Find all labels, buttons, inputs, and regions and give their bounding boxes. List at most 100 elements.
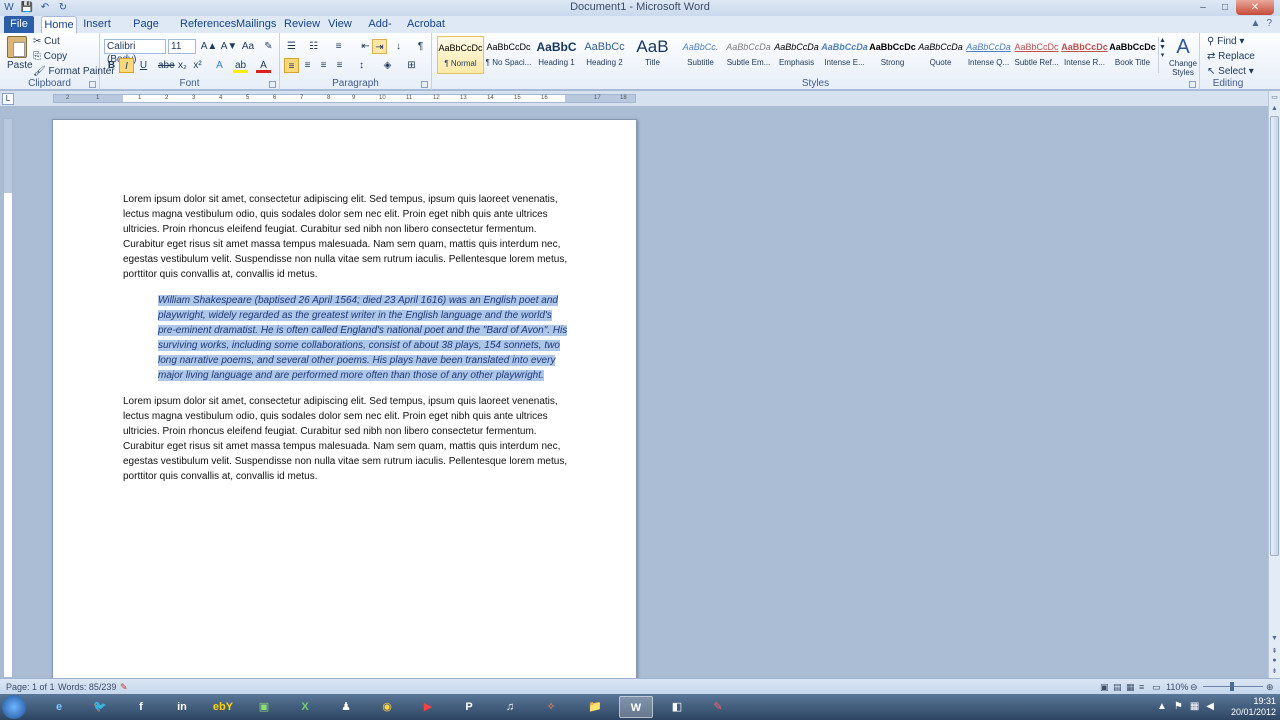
bold-button[interactable]: B	[104, 58, 119, 73]
selected-quote-paragraph[interactable]: William Shakespeare (baptised 26 April 1…	[158, 293, 571, 383]
network-icon[interactable]: ▦	[1190, 701, 1199, 712]
style-no-spacing[interactable]: AaBbCcDc ¶ No Spaci...	[485, 36, 532, 74]
subscript-button[interactable]: x₂	[175, 58, 190, 73]
document-page[interactable]: Lorem ipsum dolor sit amet, consectetur …	[52, 119, 637, 689]
internet-explorer-icon[interactable]: e	[42, 696, 76, 718]
scrollbar-thumb[interactable]	[1270, 116, 1279, 556]
style-intense-reference[interactable]: AaBbCcDc Intense R...	[1061, 36, 1108, 74]
ring-icon[interactable]: ◉	[370, 696, 404, 718]
change-case-button[interactable]: Aa	[238, 39, 258, 54]
ebay-icon[interactable]: ebY	[206, 696, 240, 718]
zoom-in-icon[interactable]: ⊕	[1266, 682, 1274, 693]
style-intense-emphasis[interactable]: AaBbCcDa Intense E...	[821, 36, 868, 74]
outline-icon[interactable]: ≡	[1139, 682, 1144, 692]
styles-more-icon[interactable]: ▲ ▼ ▾	[1158, 37, 1166, 73]
grow-font-button[interactable]: A▲	[198, 39, 220, 54]
tab-review[interactable]: Review	[284, 16, 320, 33]
style-title[interactable]: AaB Title	[629, 36, 676, 74]
bullets-button[interactable]: ☰	[284, 39, 299, 54]
tab-mailings[interactable]: Mailings	[236, 16, 276, 33]
numbering-button[interactable]: ☷	[306, 39, 321, 54]
text-effects-button[interactable]: A	[212, 58, 227, 73]
tab-references[interactable]: References	[180, 16, 236, 33]
style-normal[interactable]: AaBbCcDc ¶ Normal	[437, 36, 484, 74]
linkedin-icon[interactable]: in	[165, 696, 199, 718]
tray-arrow-icon[interactable]: ▲	[1157, 701, 1167, 712]
paragraph-launcher[interactable]	[421, 81, 428, 88]
align-left-button[interactable]: ≡	[284, 58, 299, 73]
change-styles-icon[interactable]: A	[1168, 36, 1198, 59]
app-green-icon[interactable]: ▣	[247, 696, 281, 718]
style-heading-2[interactable]: AaBbCc Heading 2	[581, 36, 628, 74]
people-icon[interactable]: ♟	[329, 696, 363, 718]
shrink-font-button[interactable]: A▼	[219, 39, 239, 54]
facebook-icon[interactable]: f	[124, 696, 158, 718]
tab-stop-selector[interactable]: L	[2, 93, 14, 105]
close-button[interactable]: ✕	[1236, 0, 1274, 15]
zoom-level[interactable]: 110%	[1166, 682, 1188, 692]
justify-button[interactable]: ≡	[332, 58, 347, 73]
word-taskbar-icon[interactable]: W	[619, 696, 653, 718]
font-family-select[interactable]: Calibri (Body)	[104, 39, 166, 65]
find-button[interactable]: ⚲ Find ▾	[1207, 36, 1244, 47]
body-paragraph-2[interactable]: Lorem ipsum dolor sit amet, consectetur …	[123, 394, 568, 484]
word-count[interactable]: Words: 85/239	[58, 682, 116, 692]
page-count[interactable]: Page: 1 of 1	[6, 682, 55, 692]
style-strong[interactable]: AaBbCcDc Strong	[869, 36, 916, 74]
font-size-select[interactable]: 11	[168, 39, 196, 54]
line-spacing-button[interactable]: ↕	[354, 58, 369, 73]
pen-app-icon[interactable]: ✎	[701, 696, 735, 718]
align-right-button[interactable]: ≡	[316, 58, 331, 73]
underline-button[interactable]: U	[136, 58, 151, 73]
center-button[interactable]: ≡	[300, 58, 315, 73]
highlight-button[interactable]: ab	[233, 58, 248, 73]
tab-home[interactable]: Home	[41, 16, 77, 33]
style-book-title[interactable]: AaBbCcDc Book Title	[1109, 36, 1156, 74]
italic-button[interactable]: I	[119, 58, 134, 73]
shading-button[interactable]: ◈	[380, 58, 395, 73]
show-marks-button[interactable]: ¶	[413, 39, 428, 54]
tab-insert[interactable]: Insert	[82, 16, 112, 33]
publisher-icon[interactable]: P	[452, 696, 486, 718]
vertical-ruler[interactable]	[3, 118, 13, 678]
style-emphasis[interactable]: AaBbCcDa Emphasis	[773, 36, 820, 74]
style-intense-quote[interactable]: AaBbCcDa Intense Q...	[965, 36, 1012, 74]
youtube-icon[interactable]: ▶	[411, 696, 445, 718]
volume-icon[interactable]: ◀	[1206, 701, 1214, 712]
excel-icon[interactable]: X	[288, 696, 322, 718]
increase-indent-button[interactable]: ⇥	[372, 39, 387, 54]
flag-icon[interactable]: ⚑	[1174, 701, 1183, 712]
star-icon[interactable]: ✧	[534, 696, 568, 718]
change-styles-button[interactable]: Change Styles	[1166, 59, 1200, 77]
cut-button[interactable]: ✂ Cut	[33, 36, 60, 47]
horizontal-ruler[interactable]: 2 1 1 2 3 4 5 6 7 8 9 10 11 12 13 14 15 …	[53, 94, 636, 103]
tab-add-ins[interactable]: Add-Ins	[362, 16, 398, 46]
superscript-button[interactable]: x²	[190, 58, 205, 73]
styles-launcher[interactable]	[1189, 81, 1196, 88]
vertical-scrollbar[interactable]: ▭ ▲ ▼ ⇞ ● ⇟	[1268, 91, 1280, 678]
style-quote[interactable]: AaBbCcDa Quote	[917, 36, 964, 74]
print-layout-icon[interactable]: ▣	[1100, 682, 1109, 693]
replace-button[interactable]: ⇄ Replace	[1207, 51, 1255, 62]
folder-icon[interactable]: 📁	[578, 696, 612, 718]
strikethrough-button[interactable]: abe	[158, 58, 175, 73]
next-page-icon[interactable]: ⇟	[1269, 667, 1280, 677]
minimize-button[interactable]: –	[1192, 0, 1214, 15]
itunes-icon[interactable]: ♫	[493, 696, 527, 718]
tab-file[interactable]: File	[4, 16, 34, 33]
maximize-button[interactable]: □	[1214, 0, 1236, 15]
borders-button[interactable]: ⊞	[404, 58, 419, 73]
body-paragraph-1[interactable]: Lorem ipsum dolor sit amet, consectetur …	[123, 192, 568, 282]
tab-view[interactable]: View	[326, 16, 354, 33]
sort-button[interactable]: ↓	[391, 39, 406, 54]
proofing-icon[interactable]: ✎	[120, 682, 128, 693]
twitter-icon[interactable]: 🐦	[83, 696, 117, 718]
style-subtitle[interactable]: AaBbCc. Subtitle	[677, 36, 724, 74]
style-subtle-emphasis[interactable]: AaBbCcDa Subtle Em...	[725, 36, 772, 74]
font-color-button[interactable]: A	[256, 58, 271, 73]
start-button[interactable]	[2, 695, 26, 719]
previous-page-icon[interactable]: ⇞	[1269, 647, 1280, 657]
paste-button[interactable]: Paste	[7, 60, 33, 71]
style-subtle-reference[interactable]: AaBbCcDc Subtle Ref...	[1013, 36, 1060, 74]
copy-button[interactable]: ⎘ Copy	[33, 51, 67, 62]
